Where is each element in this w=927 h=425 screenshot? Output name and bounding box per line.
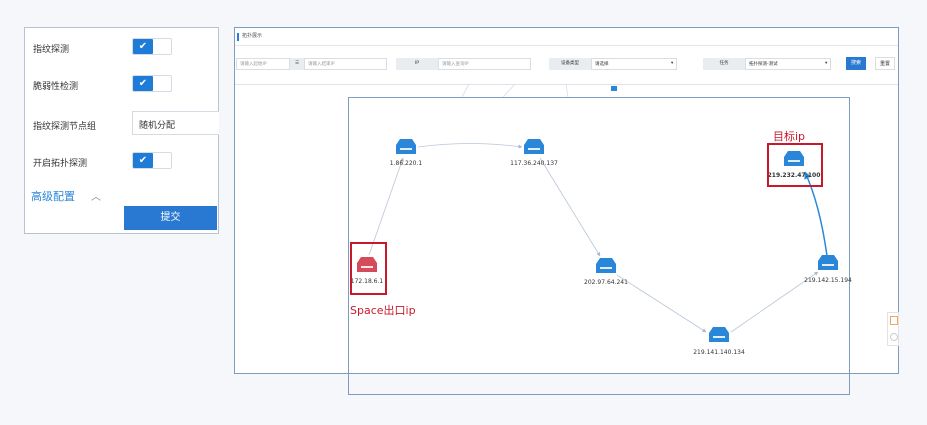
help-icon bbox=[890, 333, 898, 341]
topology-edge bbox=[368, 157, 404, 256]
side-tool-tab[interactable] bbox=[887, 312, 899, 346]
mini-router-icon bbox=[611, 86, 617, 91]
faint-edge bbox=[502, 83, 516, 98]
target-annotation: 目标ip bbox=[773, 130, 806, 143]
node-ip-label: 1.86.220.1 bbox=[389, 160, 423, 167]
router-icon[interactable] bbox=[396, 139, 416, 154]
router-icon[interactable] bbox=[818, 255, 838, 270]
node-ip-label: 219.142.15.194 bbox=[804, 277, 852, 284]
target-highlight-box bbox=[767, 143, 823, 187]
router-icon[interactable] bbox=[596, 258, 616, 273]
topology-edge bbox=[417, 143, 523, 149]
source-highlight-box bbox=[350, 242, 387, 295]
topology-edge bbox=[539, 157, 601, 257]
node-ip-label: 202.97.64.241 bbox=[584, 279, 628, 286]
topology-canvas bbox=[357, 83, 838, 342]
router-icon[interactable] bbox=[524, 139, 544, 154]
node-ip-label: 219.141.140.134 bbox=[693, 349, 745, 356]
feedback-icon bbox=[890, 316, 898, 325]
node-ip-label: 117.36.240.137 bbox=[510, 160, 558, 167]
faint-edge bbox=[461, 83, 470, 98]
router-icon[interactable] bbox=[709, 327, 729, 342]
faint-edge bbox=[565, 83, 569, 98]
source-annotation: Space出口ip bbox=[350, 304, 416, 317]
topology-edge bbox=[616, 274, 707, 333]
